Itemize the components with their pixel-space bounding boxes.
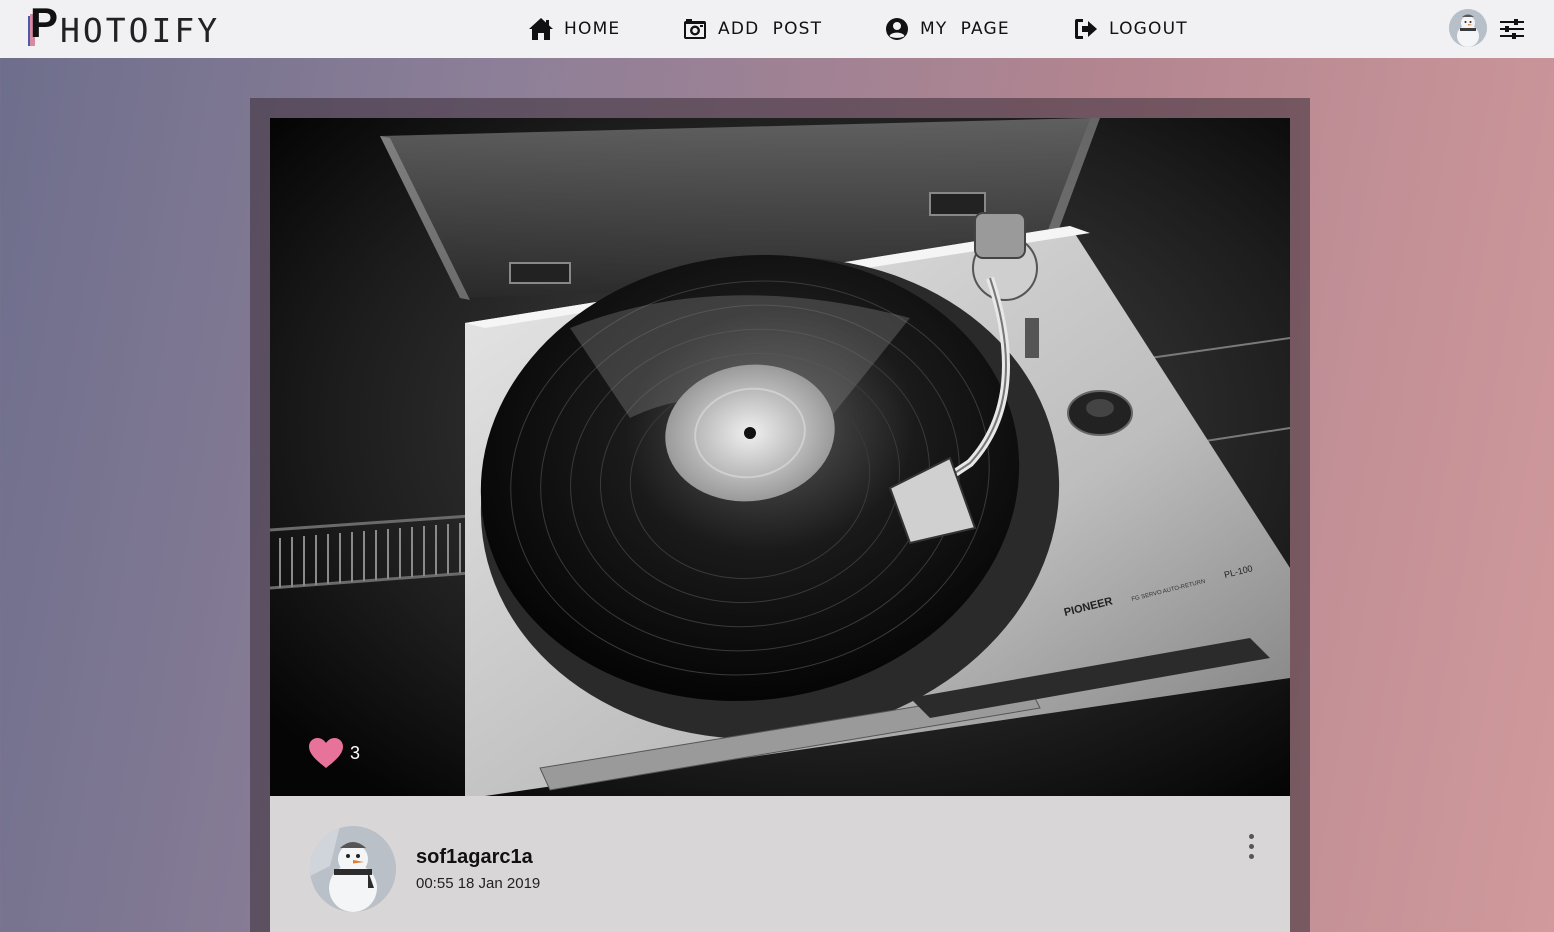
- heart-icon[interactable]: [308, 737, 344, 769]
- camera-icon: [682, 16, 708, 42]
- nav-logout[interactable]: LOGOUT: [1073, 15, 1188, 43]
- nav-logout-label: LOGOUT: [1109, 19, 1188, 39]
- sliders-icon[interactable]: [1498, 15, 1526, 43]
- nav-home[interactable]: HOME: [528, 15, 620, 43]
- logo-letter: P: [30, 0, 59, 46]
- home-icon: [528, 16, 554, 42]
- nav-add-post-label: ADD POST: [718, 19, 823, 39]
- nav-home-label: HOME: [564, 19, 621, 39]
- nav-add-post[interactable]: ADD POST: [682, 15, 822, 43]
- turntable-photo: PIONEER FG SERVO AUTO-RETURN PL-100: [270, 118, 1290, 796]
- nav-my-page[interactable]: MY PAGE: [884, 15, 1010, 43]
- post-image[interactable]: PIONEER FG SERVO AUTO-RETURN PL-100: [270, 118, 1290, 796]
- snowman-avatar-icon: [1449, 9, 1487, 47]
- like-area: 3: [308, 736, 360, 770]
- more-vertical-icon[interactable]: [1240, 830, 1262, 862]
- snowman-avatar-icon: [310, 826, 396, 912]
- sign-out-icon: [1073, 16, 1099, 42]
- user-avatar[interactable]: [1449, 9, 1487, 47]
- post-timestamp: 00:55 18 Jan 2019: [416, 875, 541, 892]
- like-count: 3: [350, 742, 361, 763]
- post-author[interactable]: sof1agarc1a: [416, 846, 533, 869]
- app-logo[interactable]: P HOTOIFY: [28, 2, 221, 50]
- author-avatar[interactable]: [310, 826, 396, 912]
- top-navbar: P HOTOIFY HOME ADD POST MY PAGE LOGOUT: [0, 0, 1554, 58]
- logo-text: HOTOIFY: [60, 10, 221, 50]
- logo-mark: P: [28, 2, 64, 48]
- user-circle-icon: [884, 16, 910, 42]
- nav-my-page-label: MY PAGE: [920, 19, 1010, 39]
